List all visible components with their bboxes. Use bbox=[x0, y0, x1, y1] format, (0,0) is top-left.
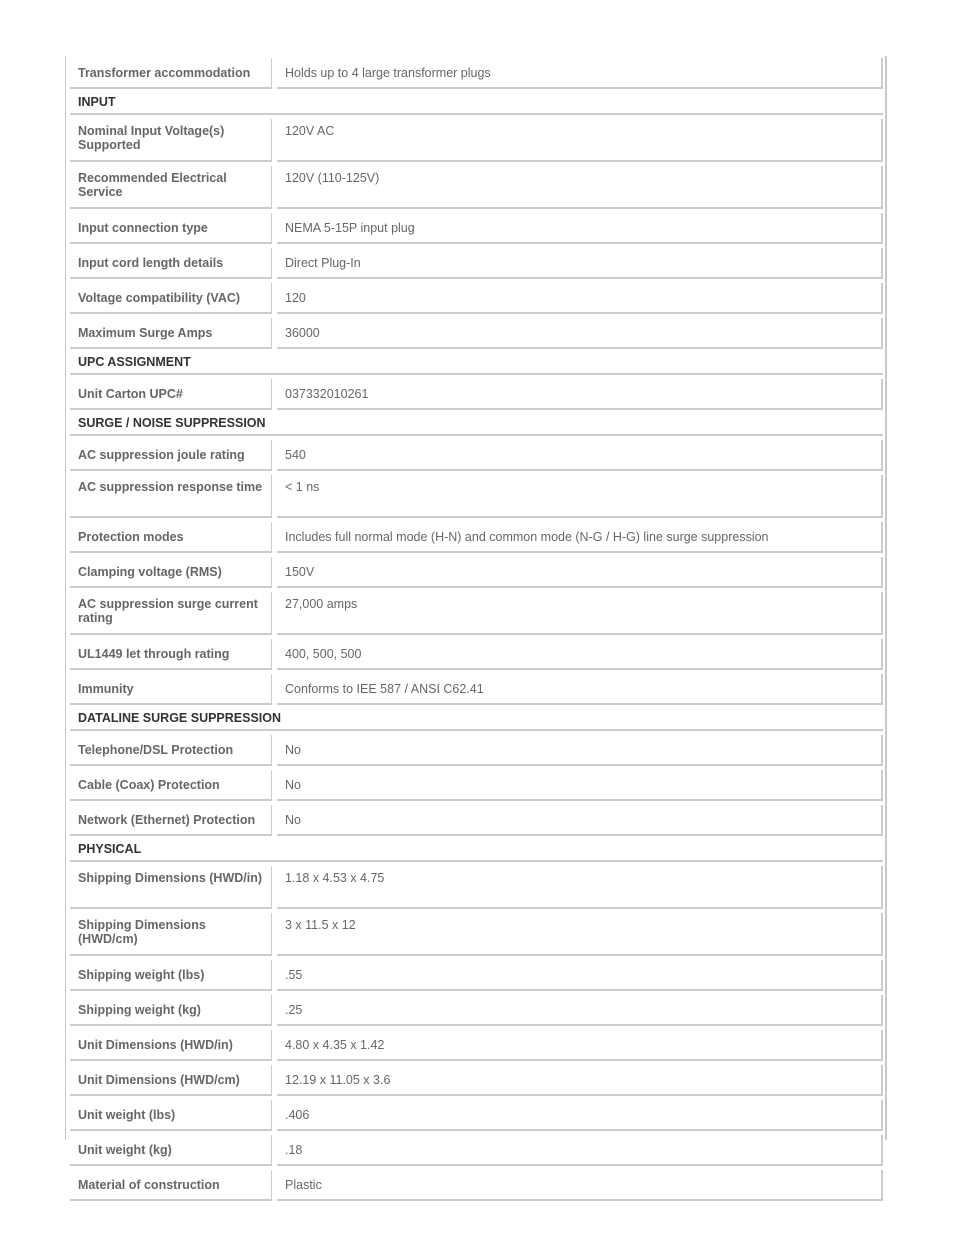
spec-value: 1.18 x 4.53 x 4.75 bbox=[277, 866, 883, 909]
spec-row: UL1449 let through rating 400, 500, 500 bbox=[70, 639, 883, 670]
spec-row: Cable (Coax) Protection No bbox=[70, 770, 883, 801]
section-header: UPC ASSIGNMENT bbox=[70, 349, 883, 375]
section-title: INPUT bbox=[70, 89, 883, 115]
spec-row: Voltage compatibility (VAC) 120 bbox=[70, 283, 883, 314]
spec-label: Voltage compatibility (VAC) bbox=[70, 283, 272, 314]
spec-value: Holds up to 4 large transformer plugs bbox=[277, 58, 883, 89]
spec-label: Input cord length details bbox=[70, 248, 272, 279]
spec-label: Material of construction bbox=[70, 1170, 272, 1201]
spec-value: .406 bbox=[277, 1100, 883, 1131]
spec-value: Plastic bbox=[277, 1170, 883, 1201]
spec-label: Clamping voltage (RMS) bbox=[70, 557, 272, 588]
spec-row: Unit Dimensions (HWD/cm) 12.19 x 11.05 x … bbox=[70, 1065, 883, 1096]
spec-label: Unit weight (kg) bbox=[70, 1135, 272, 1166]
spec-label: AC suppression response time bbox=[70, 475, 272, 518]
spec-row: Maximum Surge Amps 36000 bbox=[70, 318, 883, 349]
specifications-table: Transformer accommodation Holds up to 4 l… bbox=[70, 54, 883, 1201]
spec-label: Shipping weight (kg) bbox=[70, 995, 272, 1026]
spec-value: No bbox=[277, 735, 883, 766]
section-title: SURGE / NOISE SUPPRESSION bbox=[70, 410, 883, 436]
spec-row: Shipping weight (lbs) .55 bbox=[70, 960, 883, 991]
spec-label: Protection modes bbox=[70, 522, 272, 553]
spec-label: Shipping Dimensions (HWD/cm) bbox=[70, 913, 272, 956]
spec-row: Unit Carton UPC# 037332010261 bbox=[70, 379, 883, 410]
section-title: PHYSICAL bbox=[70, 836, 883, 862]
spec-row: Protection modes Includes full normal mod… bbox=[70, 522, 883, 553]
spec-value: 36000 bbox=[277, 318, 883, 349]
spec-value: 120 bbox=[277, 283, 883, 314]
spec-value: Conforms to IEE 587 / ANSI C62.41 bbox=[277, 674, 883, 705]
spec-label: Unit Dimensions (HWD/cm) bbox=[70, 1065, 272, 1096]
section-header: INPUT bbox=[70, 89, 883, 115]
spec-value: 037332010261 bbox=[277, 379, 883, 410]
spec-value: No bbox=[277, 770, 883, 801]
spec-value: 4.80 x 4.35 x 1.42 bbox=[277, 1030, 883, 1061]
spec-row: Input connection type NEMA 5-15P input pl… bbox=[70, 213, 883, 244]
spec-label: Nominal Input Voltage(s) Supported bbox=[70, 119, 272, 162]
spec-value: 27,000 amps bbox=[277, 592, 883, 635]
spec-row: Shipping weight (kg) .25 bbox=[70, 995, 883, 1026]
section-title: UPC ASSIGNMENT bbox=[70, 349, 883, 375]
spec-label: Network (Ethernet) Protection bbox=[70, 805, 272, 836]
spec-value: Direct Plug-In bbox=[277, 248, 883, 279]
spec-row: Network (Ethernet) Protection No bbox=[70, 805, 883, 836]
spec-label: Cable (Coax) Protection bbox=[70, 770, 272, 801]
section-title: DATALINE SURGE SUPPRESSION bbox=[70, 705, 883, 731]
section-header: DATALINE SURGE SUPPRESSION bbox=[70, 705, 883, 731]
spec-label: UL1449 let through rating bbox=[70, 639, 272, 670]
spec-value: .25 bbox=[277, 995, 883, 1026]
spec-label: Input connection type bbox=[70, 213, 272, 244]
spec-row: Nominal Input Voltage(s) Supported 120V A… bbox=[70, 119, 883, 162]
spec-row: Material of construction Plastic bbox=[70, 1170, 883, 1201]
spec-value: .18 bbox=[277, 1135, 883, 1166]
section-header: SURGE / NOISE SUPPRESSION bbox=[70, 410, 883, 436]
spec-value: 120V (110-125V) bbox=[277, 166, 883, 209]
spec-value: 400, 500, 500 bbox=[277, 639, 883, 670]
table-frame-right-border bbox=[885, 56, 887, 1140]
spec-value: < 1 ns bbox=[277, 475, 883, 518]
spec-label: Unit weight (lbs) bbox=[70, 1100, 272, 1131]
spec-row: Shipping Dimensions (HWD/cm) 3 x 11.5 x 1… bbox=[70, 913, 883, 956]
spec-row: Input cord length details Direct Plug-In bbox=[70, 248, 883, 279]
spec-row: Unit weight (kg) .18 bbox=[70, 1135, 883, 1166]
spec-label: Shipping Dimensions (HWD/in) bbox=[70, 866, 272, 909]
table-frame-left-border bbox=[65, 56, 66, 1140]
spec-value: .55 bbox=[277, 960, 883, 991]
spec-row: Clamping voltage (RMS) 150V bbox=[70, 557, 883, 588]
spec-label: Transformer accommodation bbox=[70, 58, 272, 89]
spec-value: 120V AC bbox=[277, 119, 883, 162]
section-header: PHYSICAL bbox=[70, 836, 883, 862]
spec-label: Recommended Electrical Service bbox=[70, 166, 272, 209]
spec-row: AC suppression response time < 1 ns bbox=[70, 475, 883, 518]
spec-value: 12.19 x 11.05 x 3.6 bbox=[277, 1065, 883, 1096]
spec-row: Immunity Conforms to IEE 587 / ANSI C62.4… bbox=[70, 674, 883, 705]
spec-label: Shipping weight (lbs) bbox=[70, 960, 272, 991]
spec-value: 540 bbox=[277, 440, 883, 471]
spec-row: AC suppression joule rating 540 bbox=[70, 440, 883, 471]
spec-row: Transformer accommodation Holds up to 4 l… bbox=[70, 58, 883, 89]
spec-value: No bbox=[277, 805, 883, 836]
spec-row: Recommended Electrical Service 120V (110-… bbox=[70, 166, 883, 209]
spec-label: AC suppression joule rating bbox=[70, 440, 272, 471]
spec-label: Unit Dimensions (HWD/in) bbox=[70, 1030, 272, 1061]
spec-value: NEMA 5-15P input plug bbox=[277, 213, 883, 244]
spec-row: Telephone/DSL Protection No bbox=[70, 735, 883, 766]
spec-label: Unit Carton UPC# bbox=[70, 379, 272, 410]
spec-row: Unit Dimensions (HWD/in) 4.80 x 4.35 x 1.… bbox=[70, 1030, 883, 1061]
spec-label: Maximum Surge Amps bbox=[70, 318, 272, 349]
spec-row: AC suppression surge current rating 27,00… bbox=[70, 592, 883, 635]
spec-row: Unit weight (lbs) .406 bbox=[70, 1100, 883, 1131]
spec-value: Includes full normal mode (H-N) and comm… bbox=[277, 522, 883, 553]
spec-value: 150V bbox=[277, 557, 883, 588]
spec-row: Shipping Dimensions (HWD/in) 1.18 x 4.53 … bbox=[70, 866, 883, 909]
spec-label: Telephone/DSL Protection bbox=[70, 735, 272, 766]
spec-label: Immunity bbox=[70, 674, 272, 705]
spec-value: 3 x 11.5 x 12 bbox=[277, 913, 883, 956]
spec-label: AC suppression surge current rating bbox=[70, 592, 272, 635]
